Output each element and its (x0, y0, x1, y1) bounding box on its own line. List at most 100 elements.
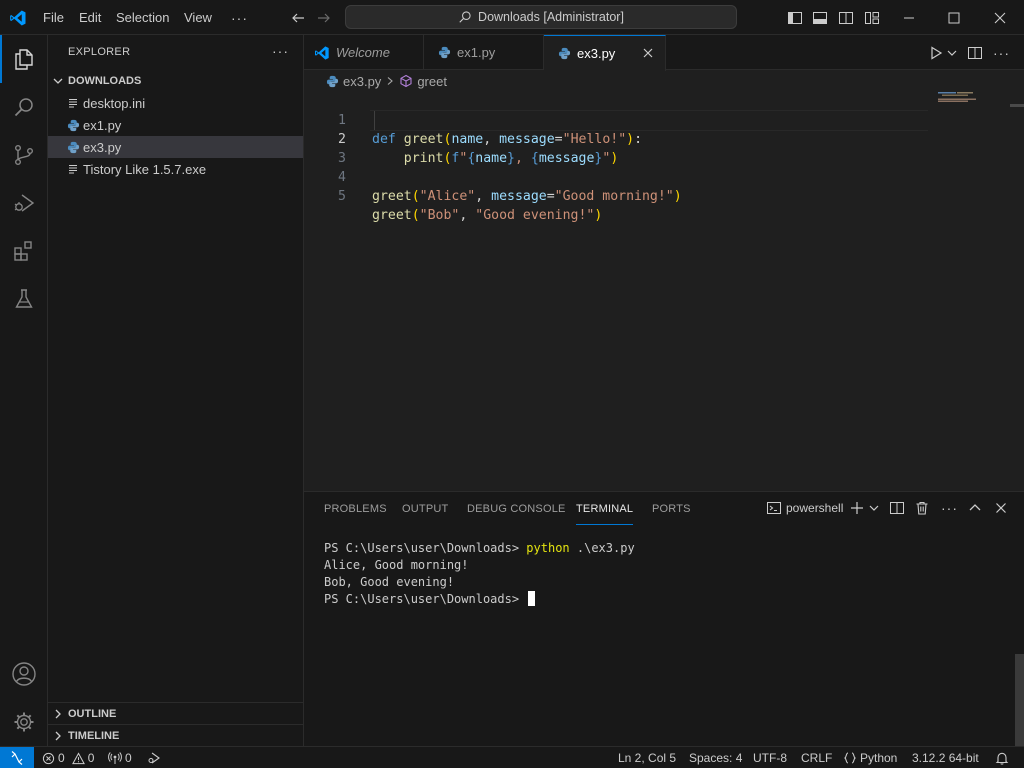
timeline-section-header[interactable]: TIMELINE (48, 725, 303, 747)
language-mode-status[interactable]: Python (843, 747, 897, 768)
run-debug-status-icon[interactable] (147, 747, 161, 768)
bottom-panel: PROBLEMS OUTPUT DEBUG CONSOLE TERMINAL P… (304, 491, 1024, 746)
back-arrow-icon[interactable] (290, 0, 306, 35)
text-file-icon (64, 97, 82, 109)
close-window-icon[interactable] (993, 0, 1007, 35)
tab-problems[interactable]: PROBLEMS (324, 503, 387, 515)
close-tab-icon[interactable] (641, 46, 655, 60)
vscode-logo-icon (314, 45, 330, 61)
terminal-icon (766, 500, 782, 516)
explorer-title: EXPLORER (68, 46, 131, 58)
remote-indicator-icon[interactable] (0, 747, 34, 768)
tab-terminal[interactable]: TERMINAL (576, 503, 634, 525)
ports-count: 0 (125, 751, 132, 765)
toggle-primary-sidebar-icon[interactable] (787, 0, 803, 35)
tab-ex1-py[interactable]: ex1.py (424, 35, 544, 70)
language-label: Python (860, 751, 898, 765)
terminal-launch-chevron-icon[interactable] (868, 502, 880, 514)
explorer-more-actions-button[interactable]: ··· (272, 43, 289, 59)
breadcrumb-symbol[interactable]: greet (417, 74, 447, 89)
terminal-scrollbar[interactable] (1015, 654, 1024, 746)
editor-scrollbar[interactable] (1010, 104, 1024, 107)
search-icon[interactable] (0, 83, 48, 131)
vscode-logo-icon (9, 0, 27, 35)
file-desktop-ini[interactable]: desktop.ini (48, 92, 303, 114)
kill-terminal-trash-icon[interactable] (914, 500, 930, 516)
file-label: Tistory Like 1.5.7.exe (83, 161, 207, 177)
split-terminal-icon[interactable] (889, 500, 905, 516)
encoding-status[interactable]: UTF-8 (753, 747, 787, 768)
tab-label: ex3.py (577, 46, 616, 61)
folder-header-downloads[interactable]: DOWNLOADS (48, 70, 303, 92)
eol-status[interactable]: CRLF (801, 747, 832, 768)
settings-gear-icon[interactable] (0, 698, 48, 746)
menu-file[interactable]: File (43, 0, 64, 35)
terminal-output-line: Alice, Good morning! (324, 558, 469, 572)
file-ex1-py[interactable]: ex1.py (48, 114, 303, 136)
python-file-icon (326, 75, 339, 88)
python-interpreter-status[interactable]: 3.12.2 64-bit (912, 747, 979, 768)
toggle-panel-icon[interactable] (812, 0, 828, 35)
account-icon[interactable] (0, 650, 48, 698)
outline-label: OUTLINE (68, 708, 117, 720)
explorer-icon[interactable] (0, 35, 48, 83)
testing-icon[interactable] (0, 275, 48, 323)
toggle-secondary-sidebar-icon[interactable] (838, 0, 854, 35)
close-panel-icon[interactable] (993, 500, 1009, 516)
indentation-status[interactable]: Spaces: 4 (689, 747, 742, 768)
code-line-5: 5 greet("Bob", "Good evening!") (304, 168, 1024, 223)
run-debug-icon[interactable] (0, 179, 48, 227)
breadcrumb-file[interactable]: ex3.py (343, 74, 381, 89)
tab-ports[interactable]: PORTS (652, 503, 691, 515)
panel-more-actions-button[interactable]: ··· (941, 500, 958, 516)
forward-arrow-icon[interactable] (316, 0, 332, 35)
run-options-chevron-icon[interactable] (946, 47, 958, 59)
text-file-icon (64, 163, 82, 175)
maximize-window-icon[interactable] (947, 0, 961, 35)
cursor-position-status[interactable]: Ln 2, Col 5 (618, 747, 676, 768)
run-python-file-icon[interactable] (928, 45, 944, 61)
ports-status[interactable]: 0 (108, 747, 132, 768)
tab-label: Welcome (336, 45, 390, 60)
file-ex3-py[interactable]: ex3.py (48, 136, 303, 158)
code-line-1: 1 def greet(name, message="Hello!"): (304, 92, 1024, 147)
terminal-prompt-line[interactable]: PS C:\Users\user\Downloads> (324, 591, 536, 608)
chevron-right-icon (385, 76, 395, 86)
notifications-bell-icon[interactable] (995, 747, 1009, 768)
timeline-label: TIMELINE (68, 730, 120, 742)
command-center-search[interactable]: Downloads [Administrator] (345, 5, 737, 29)
editor-more-actions-button[interactable]: ··· (993, 45, 1010, 61)
tab-debug-console[interactable]: DEBUG CONSOLE (467, 503, 566, 515)
chevron-right-icon (48, 708, 68, 720)
terminal-output-line: Bob, Good evening! (324, 575, 455, 589)
activity-bar (0, 35, 48, 746)
breadcrumb: ex3.py greet (304, 70, 1024, 92)
broadcast-icon (108, 751, 122, 765)
menu-edit[interactable]: Edit (79, 0, 101, 35)
problems-status[interactable]: 0 0 (42, 747, 94, 768)
source-control-icon[interactable] (0, 131, 48, 179)
outline-section-header[interactable]: OUTLINE (48, 703, 303, 725)
maximize-panel-chevron-up-icon[interactable] (967, 500, 983, 516)
code-line-2: 2 print(f"{name}, {message}") (304, 111, 1024, 166)
terminal-shell-selector[interactable]: powershell (766, 500, 843, 516)
chevron-right-icon (48, 730, 68, 742)
file-tistory-like-exe[interactable]: Tistory Like 1.5.7.exe (48, 158, 303, 180)
minimize-window-icon[interactable] (902, 0, 916, 35)
menu-more-button[interactable]: ··· (231, 0, 248, 35)
tab-ex3-py[interactable]: ex3.py (544, 35, 666, 71)
warning-count: 0 (87, 751, 95, 765)
menu-view[interactable]: View (184, 0, 212, 35)
title-bar: File Edit Selection View ··· Downloads [… (0, 0, 1024, 35)
tab-output[interactable]: OUTPUT (402, 503, 448, 515)
tab-welcome[interactable]: Welcome (304, 35, 424, 70)
code-editor[interactable]: 1 def greet(name, message="Hello!"): 2 p… (304, 92, 1024, 491)
split-editor-icon[interactable] (967, 45, 983, 61)
python-file-icon (64, 119, 82, 132)
code-line-4: 4 greet("Alice", message="Good morning!"… (304, 149, 1024, 204)
menu-selection[interactable]: Selection (116, 0, 169, 35)
minimap[interactable] (936, 92, 1016, 122)
new-terminal-plus-icon[interactable] (849, 500, 865, 516)
extensions-icon[interactable] (0, 227, 48, 275)
customize-layout-icon[interactable] (864, 0, 880, 35)
